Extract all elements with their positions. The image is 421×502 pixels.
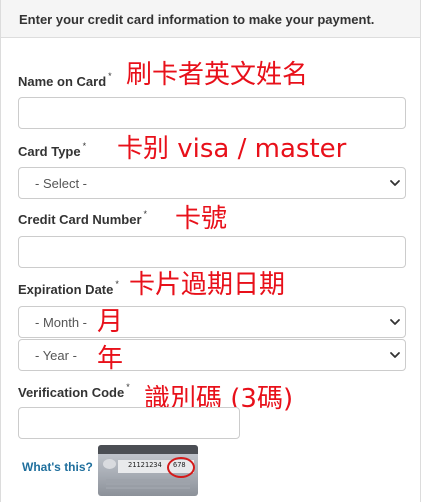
card-type-label-text: Card Type xyxy=(18,144,81,159)
expiration-month-selected: - Month - xyxy=(35,315,88,330)
expiration-date-note: 卡片過期日期 xyxy=(129,270,286,300)
expiration-month-note: 月 xyxy=(97,307,124,337)
name-on-card-note: 刷卡者英文姓名 xyxy=(126,60,309,90)
card-type-note: 卡别 visa / master xyxy=(117,134,347,164)
payment-form-panel: Enter your credit card information to ma… xyxy=(0,0,421,502)
expiration-date-label-text: Expiration Date xyxy=(18,282,114,297)
name-on-card-label-text: Name on Card xyxy=(18,74,107,89)
card-fine-print xyxy=(106,479,190,481)
required-mark: * xyxy=(115,279,119,289)
panel-header: Enter your credit card information to ma… xyxy=(1,0,420,38)
required-mark: * xyxy=(126,382,130,392)
card-sample-number: 21121234 xyxy=(128,461,162,469)
card-magnetic-stripe xyxy=(98,445,198,454)
panel-title: Enter your credit card information to ma… xyxy=(19,12,375,27)
required-mark: * xyxy=(143,209,148,219)
cvv-highlight-circle xyxy=(167,457,195,478)
whats-this-link[interactable]: What's this? xyxy=(22,460,93,474)
card-logo xyxy=(103,459,116,469)
name-on-card-label: Name on Card * xyxy=(18,71,112,89)
verification-code-label-text: Verification Code xyxy=(18,385,125,400)
expiration-date-label: Expiration Date * xyxy=(18,279,119,297)
card-number-note: 卡號 xyxy=(175,204,228,234)
verification-code-input[interactable] xyxy=(18,407,240,439)
chevron-down-icon xyxy=(390,352,400,358)
verification-code-label: Verification Code * xyxy=(18,382,130,400)
card-type-label: Card Type * xyxy=(18,141,87,159)
credit-card-back-icon: 21121234 678 xyxy=(98,445,198,496)
card-number-label: Credit Card Number * xyxy=(18,209,148,227)
expiration-year-selected: - Year - xyxy=(35,348,77,363)
card-type-selected: - Select - xyxy=(35,176,88,191)
expiration-month-select[interactable]: - Month - xyxy=(18,306,406,338)
chevron-down-icon xyxy=(390,180,400,186)
chevron-down-icon xyxy=(390,319,400,325)
card-type-select[interactable]: - Select - xyxy=(18,167,406,199)
card-number-label-text: Credit Card Number xyxy=(18,212,142,227)
required-mark: * xyxy=(108,71,112,81)
card-number-input[interactable] xyxy=(18,236,406,268)
required-mark: * xyxy=(82,141,87,151)
name-on-card-input[interactable] xyxy=(18,97,406,129)
expiration-year-note: 年 xyxy=(97,344,124,374)
expiration-year-select[interactable]: - Year - xyxy=(18,339,406,371)
